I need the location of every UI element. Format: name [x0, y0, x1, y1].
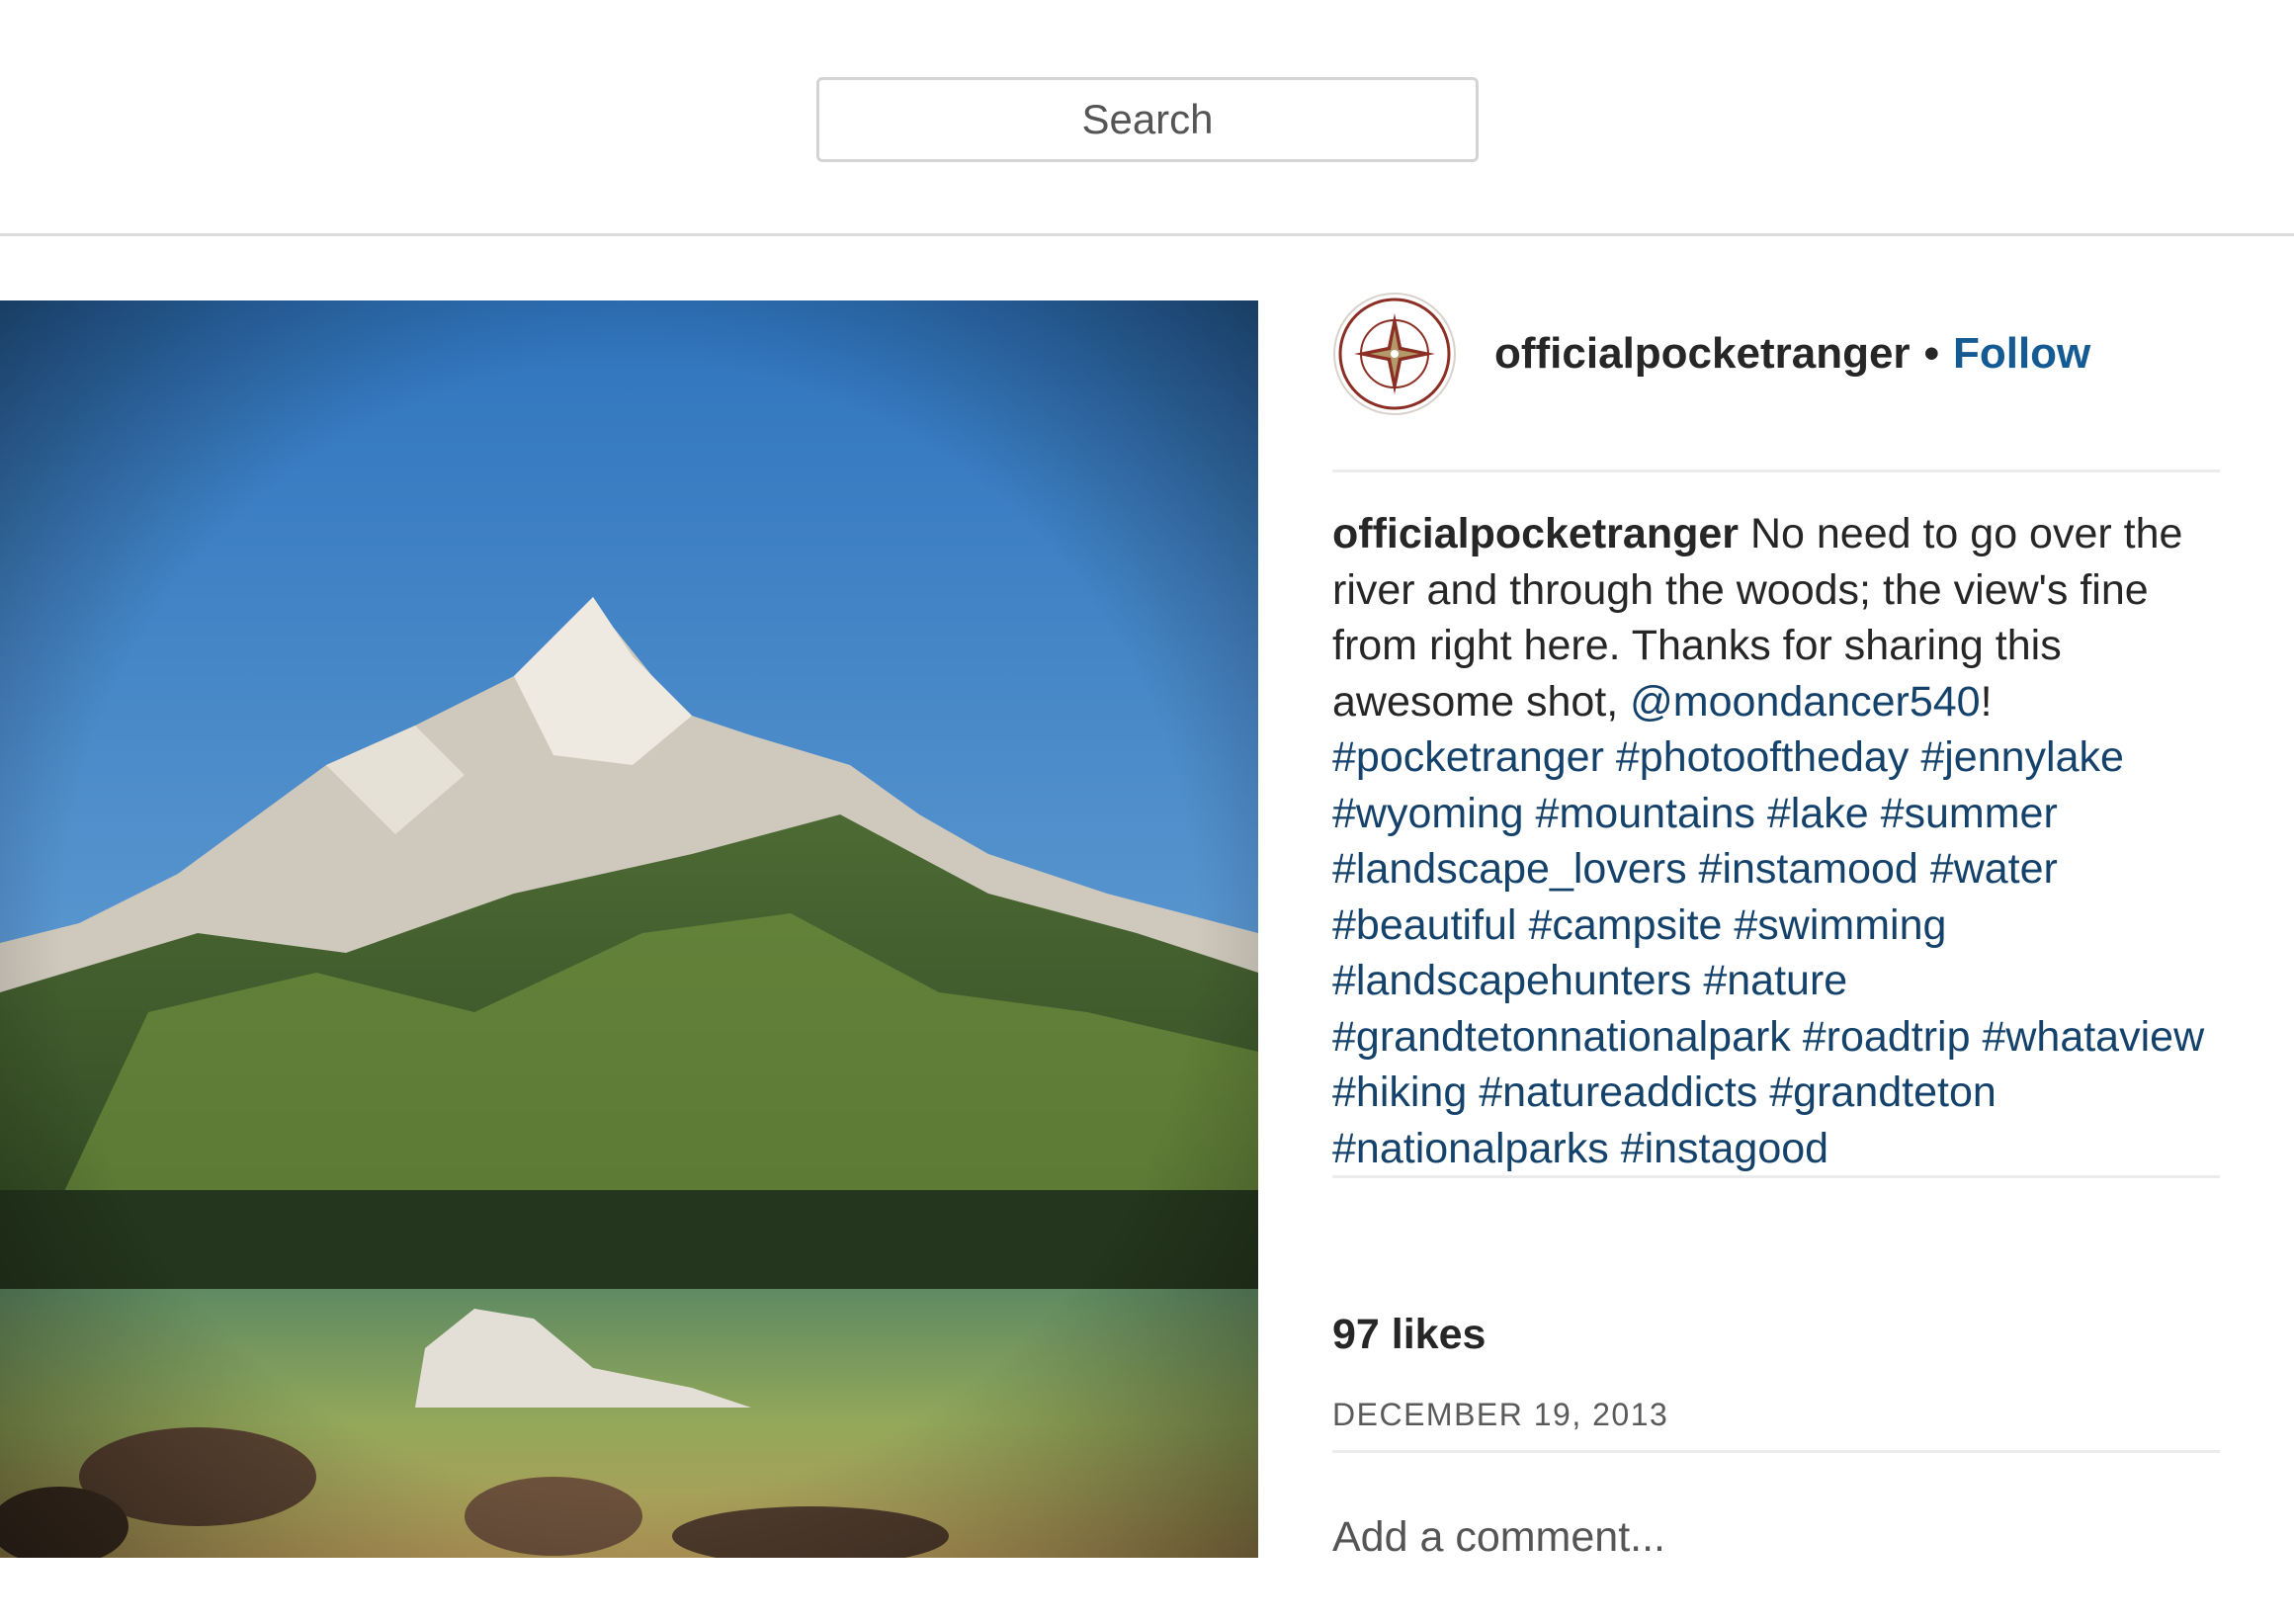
post-photo[interactable]	[0, 300, 1258, 1558]
hashtag-link[interactable]: #natureaddicts	[1479, 1068, 1757, 1116]
hashtag-link[interactable]: #jennylake	[1920, 733, 2124, 781]
search-input[interactable]	[819, 79, 1476, 160]
hashtag-link[interactable]: #wyoming	[1332, 790, 1524, 837]
caption-mention[interactable]: @moondancer540	[1630, 678, 1980, 726]
hashtag-link[interactable]: #instamood	[1699, 845, 1918, 893]
hashtag-link[interactable]: #grandtetonnationalpark	[1332, 1013, 1791, 1061]
hashtag-link[interactable]: #beautiful	[1332, 901, 1517, 949]
hashtag-link[interactable]: #hiking	[1332, 1068, 1467, 1116]
mountain-lake-photo	[0, 300, 1258, 1558]
hashtag-list: #pocketranger #photooftheday #jennylake …	[1332, 733, 2204, 1172]
date-divider	[1332, 1450, 2220, 1453]
likes-count[interactable]: 97 likes	[1332, 1311, 1486, 1359]
hashtag-link[interactable]: #landscape_lovers	[1332, 845, 1687, 893]
hashtag-link[interactable]: #instagood	[1621, 1125, 1828, 1172]
post-date: DECEMBER 19, 2013	[1332, 1397, 1669, 1432]
caption-text-end: !	[1980, 677, 1993, 726]
hashtag-link[interactable]: #swimming	[1734, 901, 1946, 949]
comment-box[interactable]	[1332, 1502, 2220, 1572]
post-header: officialpocketranger • Follow	[1332, 292, 2220, 415]
hashtag-link[interactable]: #nationalparks	[1332, 1125, 1609, 1172]
hashtag-link[interactable]: #mountains	[1536, 790, 1755, 837]
hashtag-link[interactable]: #photooftheday	[1616, 733, 1910, 781]
top-divider	[0, 233, 2294, 236]
top-bar	[0, 0, 2294, 235]
hashtag-link[interactable]: #pocketranger	[1332, 733, 1604, 781]
hashtag-link[interactable]: #grandteton	[1769, 1068, 1997, 1116]
hashtag-link[interactable]: #nature	[1703, 957, 1847, 1004]
caption-username[interactable]: officialpocketranger	[1332, 510, 1739, 557]
hashtag-link[interactable]: #campsite	[1528, 901, 1722, 949]
hashtag-link[interactable]: #water	[1930, 845, 2058, 893]
hashtag-link[interactable]: #summer	[1881, 790, 2058, 837]
follow-button[interactable]: Follow	[1953, 329, 2090, 379]
hashtag-link[interactable]: #roadtrip	[1803, 1013, 1971, 1061]
hashtag-link[interactable]: #whataview	[1982, 1013, 2204, 1061]
avatar[interactable]	[1332, 292, 1457, 416]
pocket-ranger-logo-icon	[1333, 292, 1456, 415]
search-box[interactable]	[816, 77, 1479, 162]
post-username[interactable]: officialpocketranger	[1494, 329, 1911, 379]
header-divider	[1332, 470, 2220, 472]
caption-divider	[1332, 1175, 2220, 1178]
comment-input[interactable]	[1332, 1502, 2220, 1572]
hashtag-link[interactable]: #landscapehunters	[1332, 957, 1691, 1004]
separator-dot: •	[1923, 328, 1939, 378]
post-caption: officialpocketranger No need to go over …	[1332, 506, 2220, 1176]
hashtag-link[interactable]: #lake	[1767, 790, 1869, 837]
